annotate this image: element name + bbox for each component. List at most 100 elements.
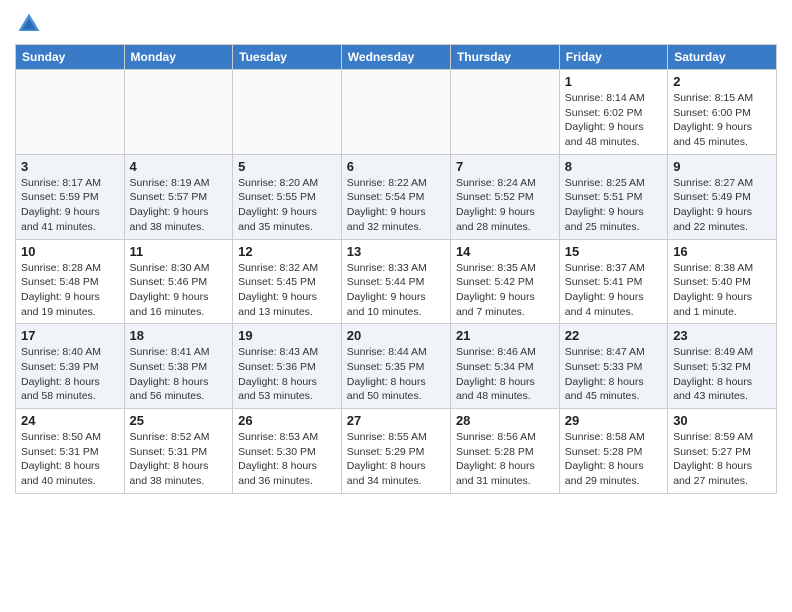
calendar-cell: 25 Sunrise: 8:52 AM Sunset: 5:31 PM Dayli… [124, 409, 233, 494]
week-row-3: 10 Sunrise: 8:28 AM Sunset: 5:48 PM Dayli… [16, 239, 777, 324]
cell-info: Sunrise: 8:56 AM Sunset: 5:28 PM Dayligh… [456, 430, 554, 489]
cell-info: Sunrise: 8:52 AM Sunset: 5:31 PM Dayligh… [130, 430, 228, 489]
cell-day-number: 29 [565, 413, 662, 428]
day-header-thursday: Thursday [450, 45, 559, 70]
calendar-cell: 30 Sunrise: 8:59 AM Sunset: 5:27 PM Dayli… [668, 409, 777, 494]
cell-info: Sunrise: 8:49 AM Sunset: 5:32 PM Dayligh… [673, 345, 771, 404]
cell-day-number: 11 [130, 244, 228, 259]
cell-info: Sunrise: 8:33 AM Sunset: 5:44 PM Dayligh… [347, 261, 445, 320]
day-header-wednesday: Wednesday [341, 45, 450, 70]
cell-info: Sunrise: 8:55 AM Sunset: 5:29 PM Dayligh… [347, 430, 445, 489]
cell-info: Sunrise: 8:44 AM Sunset: 5:35 PM Dayligh… [347, 345, 445, 404]
cell-day-number: 26 [238, 413, 336, 428]
cell-day-number: 24 [21, 413, 119, 428]
calendar-cell: 9Sunrise: 8:27 AM Sunset: 5:49 PM Daylig… [668, 154, 777, 239]
day-header-friday: Friday [559, 45, 667, 70]
calendar-cell: 29 Sunrise: 8:58 AM Sunset: 5:28 PM Dayli… [559, 409, 667, 494]
cell-info: Sunrise: 8:47 AM Sunset: 5:33 PM Dayligh… [565, 345, 662, 404]
cell-info: Sunrise: 8:37 AM Sunset: 5:41 PM Dayligh… [565, 261, 662, 320]
calendar-cell [124, 70, 233, 155]
cell-day-number: 3 [21, 159, 119, 174]
calendar-cell [341, 70, 450, 155]
cell-day-number: 27 [347, 413, 445, 428]
header [15, 10, 777, 38]
calendar-cell: 13 Sunrise: 8:33 AM Sunset: 5:44 PM Dayli… [341, 239, 450, 324]
cell-day-number: 21 [456, 328, 554, 343]
calendar-cell: 7 Sunrise: 8:24 AM Sunset: 5:52 PM Daylig… [450, 154, 559, 239]
calendar-cell: 22Sunrise: 8:47 AM Sunset: 5:33 PM Dayli… [559, 324, 667, 409]
cell-info: Sunrise: 8:53 AM Sunset: 5:30 PM Dayligh… [238, 430, 336, 489]
week-row-1: 1 Sunrise: 8:14 AM Sunset: 6:02 PM Daylig… [16, 70, 777, 155]
day-header-monday: Monday [124, 45, 233, 70]
calendar-cell: 12 Sunrise: 8:32 AM Sunset: 5:45 PM Dayli… [233, 239, 342, 324]
cell-info: Sunrise: 8:41 AM Sunset: 5:38 PM Dayligh… [130, 345, 228, 404]
calendar-cell [233, 70, 342, 155]
calendar-cell: 16 Sunrise: 8:38 AM Sunset: 5:40 PM Dayli… [668, 239, 777, 324]
cell-info: Sunrise: 8:22 AM Sunset: 5:54 PM Dayligh… [347, 176, 445, 235]
cell-day-number: 4 [130, 159, 228, 174]
cell-info: Sunrise: 8:38 AM Sunset: 5:40 PM Dayligh… [673, 261, 771, 320]
calendar-cell: 8Sunrise: 8:25 AM Sunset: 5:51 PM Daylig… [559, 154, 667, 239]
week-row-5: 24Sunrise: 8:50 AM Sunset: 5:31 PM Dayli… [16, 409, 777, 494]
cell-day-number: 20 [347, 328, 445, 343]
calendar-cell: 21 Sunrise: 8:46 AM Sunset: 5:34 PM Dayli… [450, 324, 559, 409]
cell-day-number: 7 [456, 159, 554, 174]
calendar-cell: 15 Sunrise: 8:37 AM Sunset: 5:41 PM Dayli… [559, 239, 667, 324]
cell-info: Sunrise: 8:17 AM Sunset: 5:59 PM Dayligh… [21, 176, 119, 235]
day-header-tuesday: Tuesday [233, 45, 342, 70]
cell-info: Sunrise: 8:30 AM Sunset: 5:46 PM Dayligh… [130, 261, 228, 320]
calendar-cell: 6 Sunrise: 8:22 AM Sunset: 5:54 PM Daylig… [341, 154, 450, 239]
cell-day-number: 25 [130, 413, 228, 428]
calendar-cell: 23Sunrise: 8:49 AM Sunset: 5:32 PM Dayli… [668, 324, 777, 409]
calendar-cell: 18 Sunrise: 8:41 AM Sunset: 5:38 PM Dayli… [124, 324, 233, 409]
cell-day-number: 18 [130, 328, 228, 343]
header-row: SundayMondayTuesdayWednesdayThursdayFrid… [16, 45, 777, 70]
week-row-4: 17 Sunrise: 8:40 AM Sunset: 5:39 PM Dayli… [16, 324, 777, 409]
cell-day-number: 12 [238, 244, 336, 259]
cell-info: Sunrise: 8:32 AM Sunset: 5:45 PM Dayligh… [238, 261, 336, 320]
calendar-cell: 14 Sunrise: 8:35 AM Sunset: 5:42 PM Dayli… [450, 239, 559, 324]
cell-day-number: 17 [21, 328, 119, 343]
calendar-cell: 26 Sunrise: 8:53 AM Sunset: 5:30 PM Dayli… [233, 409, 342, 494]
cell-day-number: 28 [456, 413, 554, 428]
cell-day-number: 10 [21, 244, 119, 259]
cell-info: Sunrise: 8:35 AM Sunset: 5:42 PM Dayligh… [456, 261, 554, 320]
calendar-cell: 19Sunrise: 8:43 AM Sunset: 5:36 PM Dayli… [233, 324, 342, 409]
cell-info: Sunrise: 8:14 AM Sunset: 6:02 PM Dayligh… [565, 91, 662, 150]
week-row-2: 3 Sunrise: 8:17 AM Sunset: 5:59 PM Daylig… [16, 154, 777, 239]
cell-day-number: 1 [565, 74, 662, 89]
cell-day-number: 16 [673, 244, 771, 259]
cell-info: Sunrise: 8:24 AM Sunset: 5:52 PM Dayligh… [456, 176, 554, 235]
cell-day-number: 30 [673, 413, 771, 428]
cell-info: Sunrise: 8:15 AM Sunset: 6:00 PM Dayligh… [673, 91, 771, 150]
cell-info: Sunrise: 8:40 AM Sunset: 5:39 PM Dayligh… [21, 345, 119, 404]
calendar-cell: 17 Sunrise: 8:40 AM Sunset: 5:39 PM Dayli… [16, 324, 125, 409]
cell-day-number: 14 [456, 244, 554, 259]
calendar-cell: 10 Sunrise: 8:28 AM Sunset: 5:48 PM Dayli… [16, 239, 125, 324]
calendar-cell: 11 Sunrise: 8:30 AM Sunset: 5:46 PM Dayli… [124, 239, 233, 324]
cell-info: Sunrise: 8:43 AM Sunset: 5:36 PM Dayligh… [238, 345, 336, 404]
cell-info: Sunrise: 8:27 AM Sunset: 5:49 PM Dayligh… [673, 176, 771, 235]
calendar-cell: 20 Sunrise: 8:44 AM Sunset: 5:35 PM Dayli… [341, 324, 450, 409]
calendar-cell: 28 Sunrise: 8:56 AM Sunset: 5:28 PM Dayli… [450, 409, 559, 494]
cell-day-number: 6 [347, 159, 445, 174]
calendar-cell [16, 70, 125, 155]
cell-info: Sunrise: 8:59 AM Sunset: 5:27 PM Dayligh… [673, 430, 771, 489]
calendar-cell: 4Sunrise: 8:19 AM Sunset: 5:57 PM Daylig… [124, 154, 233, 239]
calendar-cell: 24Sunrise: 8:50 AM Sunset: 5:31 PM Dayli… [16, 409, 125, 494]
cell-day-number: 15 [565, 244, 662, 259]
cell-info: Sunrise: 8:46 AM Sunset: 5:34 PM Dayligh… [456, 345, 554, 404]
cell-info: Sunrise: 8:25 AM Sunset: 5:51 PM Dayligh… [565, 176, 662, 235]
calendar-cell [450, 70, 559, 155]
calendar-cell: 2Sunrise: 8:15 AM Sunset: 6:00 PM Daylig… [668, 70, 777, 155]
logo [15, 10, 47, 38]
calendar-cell: 27 Sunrise: 8:55 AM Sunset: 5:29 PM Dayli… [341, 409, 450, 494]
calendar-cell: 3 Sunrise: 8:17 AM Sunset: 5:59 PM Daylig… [16, 154, 125, 239]
logo-icon [15, 10, 43, 38]
cell-info: Sunrise: 8:58 AM Sunset: 5:28 PM Dayligh… [565, 430, 662, 489]
cell-day-number: 13 [347, 244, 445, 259]
cell-info: Sunrise: 8:20 AM Sunset: 5:55 PM Dayligh… [238, 176, 336, 235]
calendar-cell: 1 Sunrise: 8:14 AM Sunset: 6:02 PM Daylig… [559, 70, 667, 155]
cell-info: Sunrise: 8:28 AM Sunset: 5:48 PM Dayligh… [21, 261, 119, 320]
day-header-sunday: Sunday [16, 45, 125, 70]
